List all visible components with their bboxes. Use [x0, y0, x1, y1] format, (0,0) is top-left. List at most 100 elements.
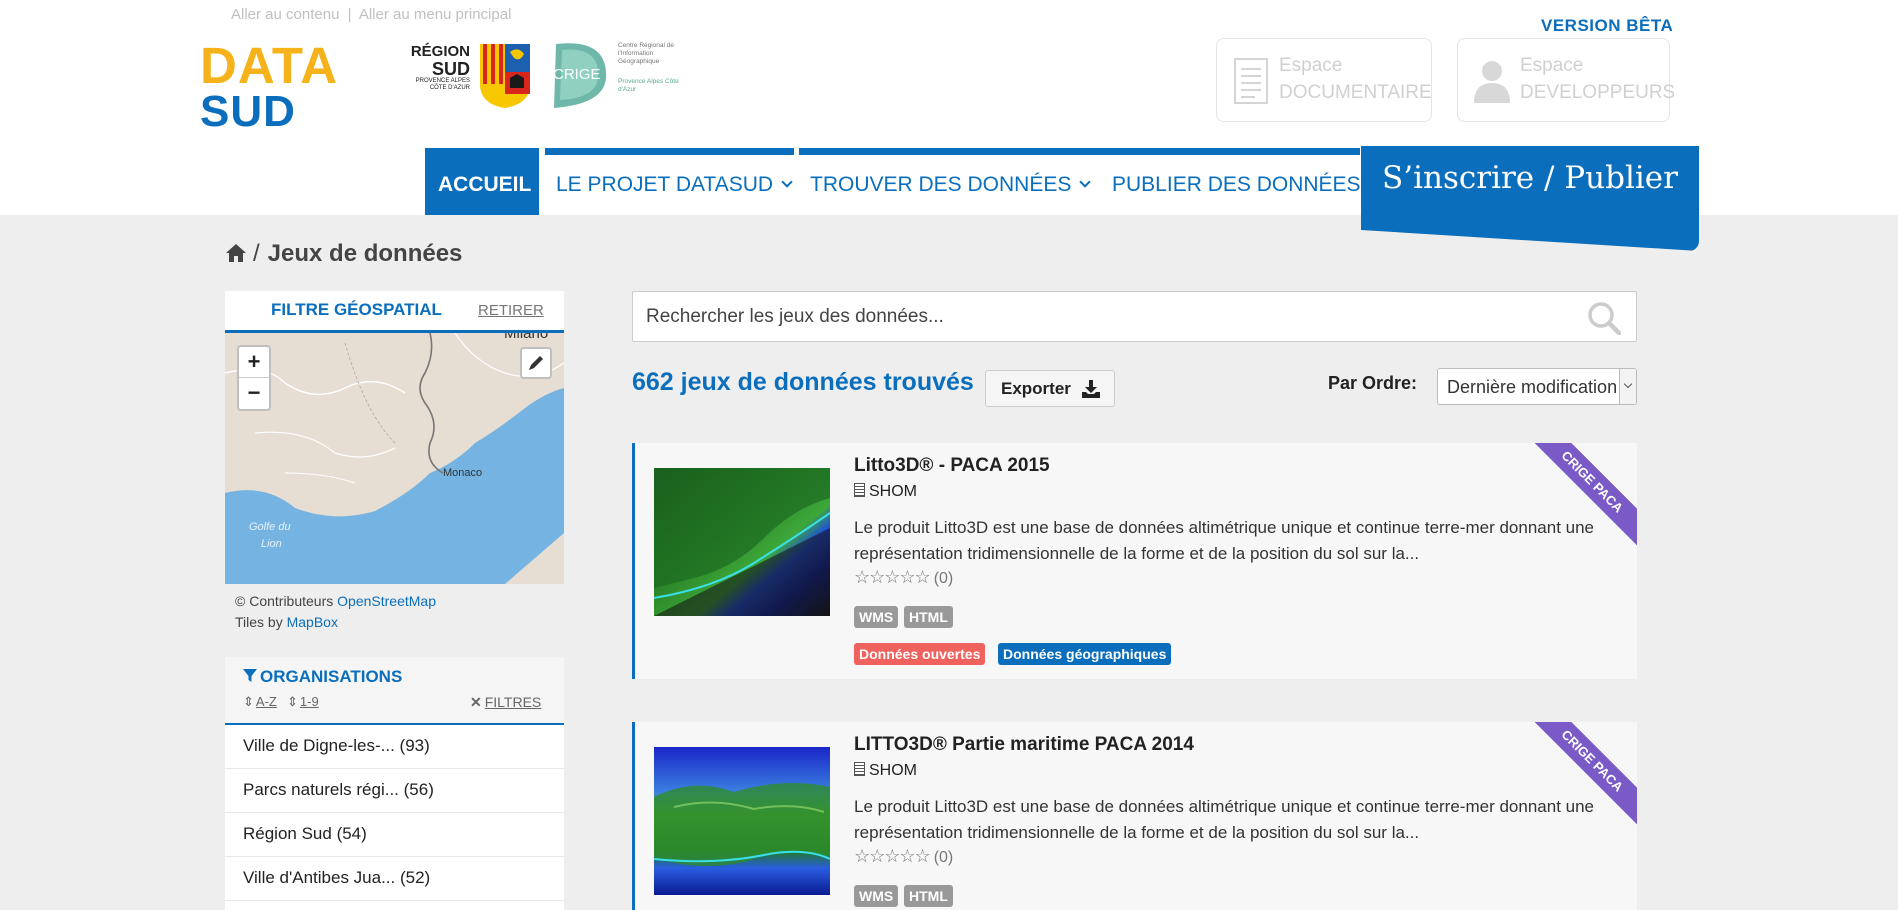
map-label-golfe: Golfe du: [249, 521, 291, 533]
map-credits: © Contributeurs OpenStreetMap Tiles by M…: [235, 591, 436, 633]
dataset-rating[interactable]: ☆☆☆☆☆ (0): [854, 567, 953, 588]
coat-of-arms-icon: [480, 44, 530, 108]
rating-count: (0): [933, 849, 954, 866]
espace-developpeurs-button[interactable]: Espace DEVELOPPEURS: [1457, 38, 1675, 122]
breadcrumb-separator: /: [253, 240, 260, 267]
geo-filter-remove-link[interactable]: RETIRER: [478, 302, 544, 319]
espace-dev-line1: Espace: [1520, 55, 1584, 76]
espace-dev-line2: DEVELOPPEURS: [1520, 82, 1676, 103]
geo-filter-map[interactable]: Milano Monaco Golfe du Lion + −: [225, 333, 564, 584]
nav-publier-donnees[interactable]: PUBLIER DES DONNÉES: [1094, 148, 1361, 215]
format-tag-wms[interactable]: WMS: [854, 885, 899, 907]
chevron-down-icon: [781, 176, 793, 188]
dataset-search-input[interactable]: [633, 292, 1573, 341]
organisations-title: ORGANISATIONS: [243, 667, 402, 687]
close-icon: ✕: [470, 694, 482, 710]
logo-line-data: DATA: [200, 37, 339, 94]
sinscrire-publier-button[interactable]: S’inscrire / Publier: [1361, 146, 1699, 251]
clear-filters-link[interactable]: ✕ FILTRES: [470, 694, 541, 711]
organisation-item[interactable]: Ville de Digne-les-... (93): [225, 725, 564, 769]
nav-accueil-label: ACCUEIL: [438, 173, 532, 196]
espace-documentaire-button[interactable]: Espace DOCUMENTAIRE: [1216, 38, 1432, 122]
nav-publier-label: PUBLIER DES DONNÉES: [1112, 173, 1361, 196]
dataset-card[interactable]: LITTO3D® Partie maritime PACA 2014 SHOM …: [632, 722, 1637, 910]
sort-order-select[interactable]: Dernière modification: [1437, 368, 1637, 405]
zoom-out-button[interactable]: −: [239, 378, 269, 409]
beta-badge: VERSION BÊTA: [1541, 16, 1674, 35]
sort-icon: ⇕: [287, 694, 298, 709]
skip-links: Aller au contenu | Aller au menu princip…: [231, 6, 511, 23]
document-icon: [1234, 58, 1268, 104]
dataset-search-bar: [632, 291, 1637, 342]
dataset-card[interactable]: Litto3D® - PACA 2015 SHOM Le produit Lit…: [632, 443, 1637, 679]
tiles-prefix: Tiles by: [235, 614, 283, 630]
search-icon[interactable]: [1587, 301, 1621, 335]
tag-donnees-geographiques[interactable]: Données géographiques: [998, 643, 1172, 665]
zoom-in-button[interactable]: +: [239, 347, 269, 378]
dataset-rating[interactable]: ☆☆☆☆☆ (0): [854, 846, 953, 867]
region-logo-small: PROVENCE ALPES CÔTE D'AZUR: [415, 78, 470, 91]
breadcrumb-current: Jeux de données: [267, 240, 463, 267]
region-sud-logo: RÉGION SUD PROVENCE ALPES CÔTE D'AZUR: [400, 40, 532, 110]
mapbox-link[interactable]: MapBox: [287, 614, 338, 630]
breadcrumb: / Jeux de données: [225, 240, 462, 268]
download-icon: [1082, 380, 1100, 398]
dataset-org[interactable]: SHOM: [854, 483, 917, 501]
building-icon: [854, 762, 865, 776]
nav-trouver-donnees[interactable]: TROUVER DES DONNÉES: [799, 148, 1094, 215]
dataset-title[interactable]: LITTO3D® Partie maritime PACA 2014: [854, 734, 1194, 756]
dataset-title[interactable]: Litto3D® - PACA 2015: [854, 455, 1050, 477]
espace-doc-line2: DOCUMENTAIRE: [1279, 82, 1432, 103]
espace-doc-line1: Espace: [1279, 55, 1343, 76]
nav-trouver-label: TROUVER DES DONNÉES: [810, 173, 1072, 196]
map-label-milano: Milano: [504, 333, 549, 342]
sort-icon: ⇕: [243, 694, 254, 709]
export-label: Exporter: [1001, 379, 1071, 398]
organisations-facet: ORGANISATIONS ⇕ A-Z ⇕ 1-9 ✕ FILTRES Ville d…: [225, 657, 564, 910]
dataset-description: Le produit Litto3D est une base de donné…: [854, 797, 1594, 842]
sort-az-link[interactable]: ⇕ A-Z: [243, 694, 277, 710]
chevron-down-icon: [1079, 176, 1092, 188]
region-logo-line1: RÉGION: [410, 43, 470, 60]
results-count: 662 jeux de données trouvés: [632, 368, 974, 396]
format-tag-html[interactable]: HTML: [904, 606, 953, 628]
organisations-header: ORGANISATIONS ⇕ A-Z ⇕ 1-9 ✕ FILTRES: [225, 657, 564, 725]
organisation-item[interactable]: Région Sud (54): [225, 813, 564, 857]
openstreetmap-link[interactable]: OpenStreetMap: [337, 593, 436, 609]
format-tag-html[interactable]: HTML: [904, 885, 953, 907]
crige-name: CRIGE: [553, 66, 601, 83]
home-icon[interactable]: [225, 243, 247, 263]
skip-separator: |: [347, 6, 352, 23]
nav-projet-datasud[interactable]: LE PROJET DATASUD: [545, 148, 794, 215]
crige-logo: CRIGE Centre Régional de l'Information G…: [548, 38, 688, 110]
pencil-icon: [529, 356, 543, 370]
region-logo-line2: SUD: [431, 59, 470, 79]
building-icon: [854, 483, 865, 497]
draw-area-button[interactable]: [520, 347, 552, 379]
star-icon: ☆☆☆☆☆: [854, 567, 931, 587]
dataset-org[interactable]: SHOM: [854, 762, 917, 780]
dataset-thumbnail[interactable]: [654, 468, 830, 616]
map-label-monaco: Monaco: [443, 467, 483, 479]
sort-order-value: Dernière modification: [1447, 377, 1618, 397]
chevron-down-icon: [1619, 369, 1636, 404]
dataset-thumbnail[interactable]: [654, 747, 830, 895]
rating-count: (0): [933, 570, 954, 587]
nav-accueil[interactable]: ACCUEIL: [425, 148, 539, 215]
geo-filter-panel: FILTRE GÉOSPATIAL RETIRER Milano Monaco …: [225, 291, 564, 584]
format-tag-wms[interactable]: WMS: [854, 606, 899, 628]
sort-order-label: Par Ordre:: [1328, 373, 1418, 393]
sort-count-link[interactable]: ⇕ 1-9: [287, 694, 319, 710]
user-icon: [1474, 61, 1510, 103]
organisation-item[interactable]: Ville d'Antibes Jua... (52): [225, 857, 564, 901]
organisation-item[interactable]: Parcs naturels régi... (56): [225, 769, 564, 813]
nav-projet-label: LE PROJET DATASUD: [556, 173, 774, 196]
export-button[interactable]: Exporter: [985, 370, 1115, 407]
logo-line-sud: SUD: [200, 87, 296, 136]
map-label-lion: Lion: [261, 538, 282, 550]
skip-to-menu-link[interactable]: Aller au menu principal: [359, 6, 512, 23]
tag-donnees-ouvertes[interactable]: Données ouvertes: [854, 643, 986, 665]
skip-to-content-link[interactable]: Aller au contenu: [231, 6, 339, 23]
crige-region-caption: Provence Alpes Côte d'Azur: [618, 78, 679, 93]
star-icon: ☆☆☆☆☆: [854, 846, 931, 866]
